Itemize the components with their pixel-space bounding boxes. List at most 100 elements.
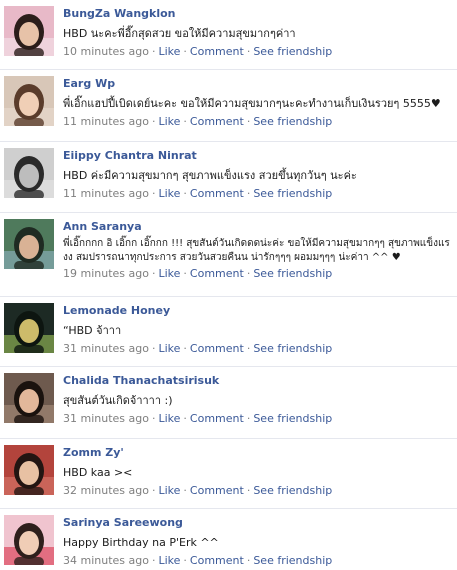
- comment-link[interactable]: Comment: [190, 267, 244, 280]
- separator: ·: [246, 342, 251, 355]
- timestamp: 11 minutes ago: [63, 187, 149, 200]
- author-name[interactable]: Lemonade Honey: [63, 304, 453, 318]
- separator: ·: [246, 554, 251, 567]
- author-name[interactable]: BungZa Wangklon: [63, 7, 453, 21]
- avatar[interactable]: [4, 219, 54, 269]
- comment-link[interactable]: Comment: [190, 115, 244, 128]
- author-name[interactable]: Chalida Thanachatsirisuk: [63, 374, 453, 388]
- like-link[interactable]: Like: [158, 342, 180, 355]
- timestamp: 31 minutes ago: [63, 412, 149, 425]
- profile-photo: [4, 76, 54, 126]
- author-name[interactable]: Zomm Zy': [63, 446, 453, 460]
- see-friendship-link[interactable]: See friendship: [253, 484, 332, 497]
- avatar[interactable]: [4, 148, 54, 198]
- avatar[interactable]: [4, 515, 54, 565]
- see-friendship-link[interactable]: See friendship: [253, 554, 332, 567]
- feed-post: Zomm Zy' HBD kaa >< 32 minutes ago · Like ·…: [0, 439, 457, 509]
- timestamp: 10 minutes ago: [63, 45, 149, 58]
- timestamp: 34 minutes ago: [63, 554, 149, 567]
- post-message: สุขสันต์วันเกิดจ้าาาา :): [63, 394, 173, 407]
- profile-photo: [4, 515, 54, 565]
- avatar[interactable]: [4, 76, 54, 126]
- see-friendship-link[interactable]: See friendship: [253, 115, 332, 128]
- like-link[interactable]: Like: [158, 412, 180, 425]
- like-link[interactable]: Like: [158, 484, 180, 497]
- profile-photo: [4, 148, 54, 198]
- author-name[interactable]: Sarinya Sareewong: [63, 516, 453, 530]
- profile-photo: [4, 373, 54, 423]
- comment-link[interactable]: Comment: [190, 412, 244, 425]
- timestamp: 32 minutes ago: [63, 484, 149, 497]
- comment-link[interactable]: Comment: [190, 342, 244, 355]
- avatar[interactable]: [4, 303, 54, 353]
- author-name[interactable]: Eiippy Chantra Ninrat: [63, 149, 453, 163]
- post-body: Eiippy Chantra Ninrat HBD ค่ะมีความสุขมา…: [63, 149, 453, 201]
- separator: ·: [183, 115, 187, 128]
- feed-post: Earg Wp พี่เอิ๊กแฮปปี้เบิดเดย์นะคะ ขอให้…: [0, 70, 457, 142]
- post-meta: 10 minutes ago · Like · Comment · See friendsh…: [63, 45, 453, 59]
- comment-link[interactable]: Comment: [190, 187, 244, 200]
- see-friendship-link[interactable]: See friendship: [253, 187, 332, 200]
- separator: ·: [246, 267, 251, 280]
- separator: ·: [246, 484, 251, 497]
- author-name[interactable]: Ann Saranya: [63, 220, 453, 234]
- feed-post: Sarinya Sareewong Happy Birthday na P'Er…: [0, 509, 457, 570]
- post-meta: 19 minutes ago · Like · Comment · See friendsh…: [63, 267, 453, 281]
- post-body: Zomm Zy' HBD kaa >< 32 minutes ago · Like ·…: [63, 446, 453, 498]
- like-link[interactable]: Like: [158, 554, 180, 567]
- profile-photo: [4, 219, 54, 269]
- see-friendship-link[interactable]: See friendship: [253, 267, 332, 280]
- post-meta: 34 minutes ago · Like · Comment · See friendsh…: [63, 554, 453, 568]
- separator: ·: [246, 115, 251, 128]
- separator: ·: [183, 554, 187, 567]
- see-friendship-link[interactable]: See friendship: [253, 412, 332, 425]
- separator: ·: [183, 187, 187, 200]
- post-body: Earg Wp พี่เอิ๊กแฮปปี้เบิดเดย์นะคะ ขอให้…: [63, 77, 453, 129]
- separator: ·: [246, 187, 251, 200]
- see-friendship-link[interactable]: See friendship: [253, 342, 332, 355]
- profile-photo: [4, 303, 54, 353]
- post-body: Ann Saranya พี่เอิ๊กกกก อิ เอิ๊กก เอิ๊กก…: [63, 220, 453, 281]
- like-link[interactable]: Like: [158, 115, 180, 128]
- comment-link[interactable]: Comment: [190, 45, 244, 58]
- post-message: พี่เอิ๊กกกก อิ เอิ๊กก เอิ๊กกก !!! สุขสัน…: [63, 238, 450, 263]
- like-link[interactable]: Like: [158, 45, 180, 58]
- feed: BungZa Wangklon HBD นะคะพี่อี๊กสุดสวย ขอ…: [0, 0, 457, 570]
- separator: ·: [246, 412, 251, 425]
- separator: ·: [183, 484, 187, 497]
- profile-photo: [4, 6, 54, 56]
- comment-link[interactable]: Comment: [190, 484, 244, 497]
- post-meta: 31 minutes ago · Like · Comment · See friendsh…: [63, 342, 453, 356]
- author-name[interactable]: Earg Wp: [63, 77, 453, 91]
- post-message: Happy Birthday na P'Erk ^^: [63, 536, 219, 549]
- post-body: Chalida Thanachatsirisuk สุขสันต์วันเกิด…: [63, 374, 453, 426]
- post-message: พี่เอิ๊กแฮปปี้เบิดเดย์นะคะ ขอให้มีความสุ…: [63, 97, 441, 110]
- post-body: Sarinya Sareewong Happy Birthday na P'Er…: [63, 516, 453, 568]
- post-message: HBD นะคะพี่อี๊กสุดสวย ขอให้มีความสุขมากๆ…: [63, 27, 296, 40]
- separator: ·: [183, 267, 187, 280]
- feed-post: BungZa Wangklon HBD นะคะพี่อี๊กสุดสวย ขอ…: [0, 0, 457, 70]
- see-friendship-link[interactable]: See friendship: [253, 45, 332, 58]
- post-meta: 31 minutes ago · Like · Comment · See friendsh…: [63, 412, 453, 426]
- feed-post: Ann Saranya พี่เอิ๊กกกก อิ เอิ๊กก เอิ๊กก…: [0, 213, 457, 297]
- like-link[interactable]: Like: [158, 267, 180, 280]
- like-link[interactable]: Like: [158, 187, 180, 200]
- separator: ·: [183, 342, 187, 355]
- post-message: HBD kaa ><: [63, 466, 133, 479]
- avatar[interactable]: [4, 6, 54, 56]
- profile-photo: [4, 445, 54, 495]
- post-message: HBD ค่ะมีความสุขมากๆ สุขภาพแข็งแรง สวยขึ…: [63, 169, 357, 182]
- post-meta: 11 minutes ago · Like · Comment · See friendsh…: [63, 187, 453, 201]
- post-body: BungZa Wangklon HBD นะคะพี่อี๊กสุดสวย ขอ…: [63, 7, 453, 59]
- timestamp: 31 minutes ago: [63, 342, 149, 355]
- post-meta: 32 minutes ago · Like · Comment · See friendsh…: [63, 484, 453, 498]
- feed-post: Lemonade Honey “HBD จ้าาา 31 minutes ago…: [0, 297, 457, 367]
- separator: ·: [183, 412, 187, 425]
- comment-link[interactable]: Comment: [190, 554, 244, 567]
- feed-post: Chalida Thanachatsirisuk สุขสันต์วันเกิด…: [0, 367, 457, 439]
- post-meta: 11 minutes ago · Like · Comment · See friendsh…: [63, 115, 453, 129]
- avatar[interactable]: [4, 373, 54, 423]
- post-message: “HBD จ้าาา: [63, 324, 122, 337]
- avatar[interactable]: [4, 445, 54, 495]
- timestamp: 19 minutes ago: [63, 267, 149, 280]
